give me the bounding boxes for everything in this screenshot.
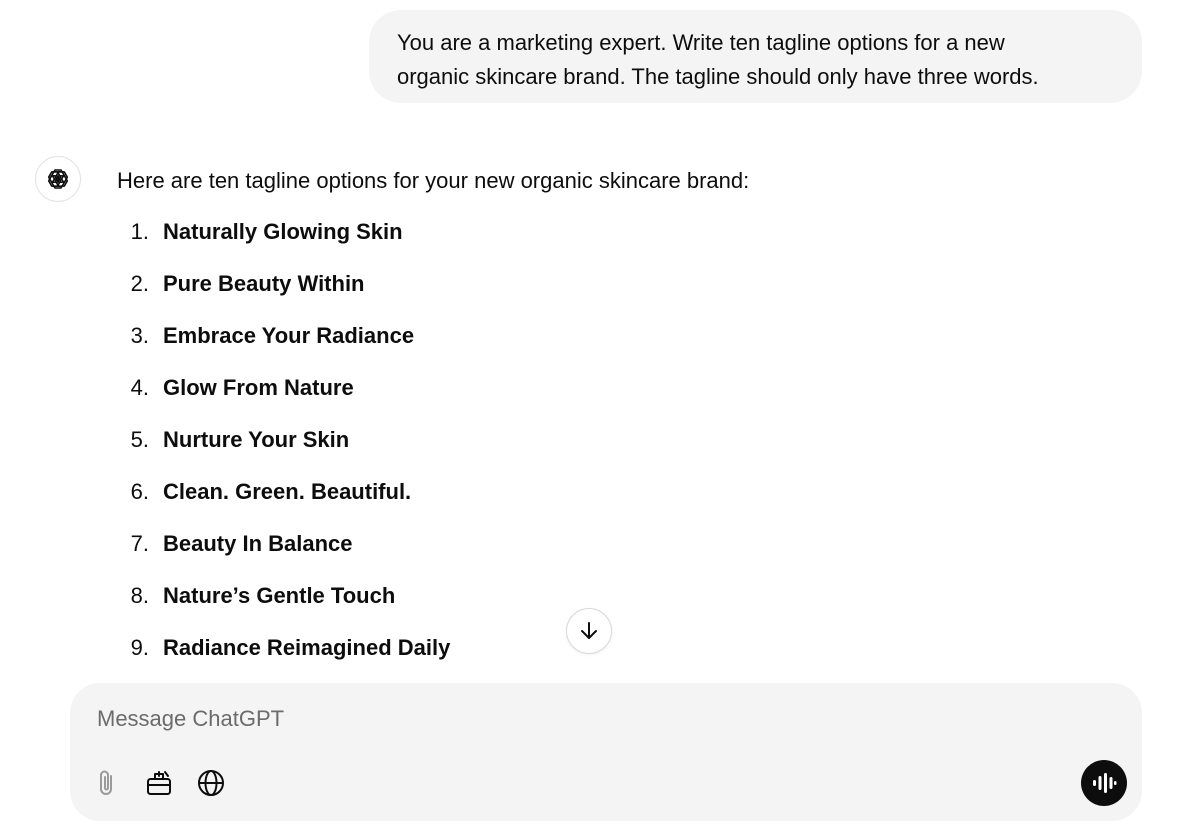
list-item-text: Pure Beauty Within: [163, 271, 365, 296]
list-item-number: 9.: [130, 635, 149, 660]
voice-mode-button[interactable]: [1081, 760, 1127, 806]
list-item-text: Radiance Reimagined Daily: [163, 635, 451, 660]
list-item-number: 1.: [130, 219, 149, 244]
scroll-fade: [0, 660, 1200, 684]
list-item-text: Embrace Your Radiance: [163, 323, 415, 348]
openai-logo-icon: [35, 156, 81, 202]
list-item-number: 8.: [130, 583, 149, 608]
list-item-number: 6.: [130, 479, 149, 504]
paperclip-icon: [100, 770, 112, 795]
list-item: 4. Glow From Nature: [117, 373, 450, 425]
list-item: 5. Nurture Your Skin: [117, 425, 450, 477]
search-web-button[interactable]: [193, 765, 229, 801]
assistant-intro: Here are ten tagline options for your ne…: [117, 168, 750, 193]
voice-waveform-icon: [1093, 773, 1117, 793]
list-item-number: 2.: [130, 271, 149, 296]
attach-button[interactable]: [89, 765, 125, 801]
chat-page: You are a marketing expert. Write ten ta…: [0, 0, 1200, 834]
list-item-text: Glow From Nature: [163, 375, 354, 400]
list-item: 2. Pure Beauty Within: [117, 269, 450, 321]
tagline-list: 1. Naturally Glowing Skin 2. Pure Beauty…: [117, 217, 451, 685]
toolbox-icon: [147, 771, 171, 795]
user-message-bubble: You are a marketing expert. Write ten ta…: [369, 10, 1142, 103]
scroll-to-bottom-button[interactable]: [566, 608, 612, 654]
list-item: 7. Beauty In Balance: [117, 529, 450, 581]
tools-button[interactable]: [141, 765, 177, 801]
list-item: 3. Embrace Your Radiance: [117, 321, 450, 373]
globe-icon: [198, 770, 224, 796]
list-item-number: 3.: [130, 323, 149, 348]
list-item: 1. Naturally Glowing Skin: [117, 217, 450, 269]
list-item-text: Beauty In Balance: [163, 531, 353, 556]
user-message-line-2: organic skincare brand. The tagline shou…: [397, 64, 1039, 89]
list-item: 6. Clean. Green. Beautiful.: [117, 477, 450, 529]
list-item-text: Clean. Green. Beautiful.: [163, 479, 412, 504]
message-composer: [70, 683, 1142, 821]
list-item-number: 5.: [130, 427, 149, 452]
list-item-number: 7.: [130, 531, 149, 556]
list-item-text: Naturally Glowing Skin: [163, 219, 403, 244]
list-item: 8. Nature’s Gentle Touch: [117, 581, 450, 633]
list-item-text: Nature’s Gentle Touch: [163, 583, 396, 608]
list-item-text: Nurture Your Skin: [163, 427, 350, 452]
user-message-line-1: You are a marketing expert. Write ten ta…: [397, 30, 1005, 55]
message-input[interactable]: [97, 703, 997, 735]
arrow-down-icon: [581, 622, 597, 639]
list-item-number: 4.: [130, 375, 149, 400]
